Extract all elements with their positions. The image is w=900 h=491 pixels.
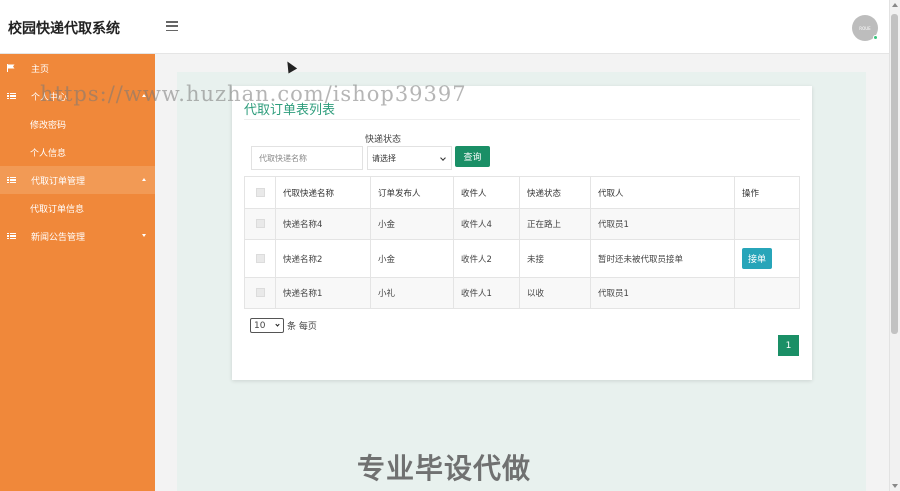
sidebar-item-home[interactable]: 主页 [0,54,155,82]
query-button[interactable]: 查询 [455,146,490,167]
table-cell: 收件人2 [453,239,520,278]
chevron-up-icon [142,178,146,181]
column-header[interactable]: 订单发布人 [370,176,454,209]
scroll-up-icon[interactable] [892,3,898,7]
sidebar-item-personal-info[interactable]: 个人信息 [0,138,155,166]
table-cell: 快递名称1 [275,277,371,309]
menu-toggle-icon[interactable] [166,21,178,31]
sidebar-item-label: 新闻公告管理 [31,232,86,243]
top-bar: 校园快递代取系统 ROUE [0,0,889,54]
list-icon [7,176,16,184]
select-all-checkbox[interactable] [255,187,265,197]
table-cell: 收件人4 [453,208,520,240]
table-row[interactable]: 快递名称2 小金 收件人2 未接 暂时还未被代取员接单 接单 [244,239,800,278]
table-header-row: 代取快递名称 订单发布人 收件人 快递状态 代取人 操作 [244,176,800,209]
column-header[interactable]: 快递状态 [519,176,591,209]
page-scrollbar[interactable] [889,0,900,491]
accept-order-button[interactable]: 接单 [742,248,773,269]
table-cell: 小礼 [370,277,454,309]
app-title: 校园快递代取系统 [8,21,120,37]
list-icon [7,92,16,100]
watermark-url: https://www.huzhan.com/ishop39397 [40,82,467,106]
online-status-dot [873,35,878,40]
status-select-value: 请选择 [372,153,396,163]
table-cell: 未接 [519,239,591,278]
chevron-down-icon [142,234,146,237]
table-cell: 快递名称2 [275,239,371,278]
select-all-cell [244,176,276,209]
flag-icon [7,64,15,72]
sidebar: 主页 个人中心 修改密码 个人信息 代取订单管理 代取订单信息 新闻公告管理 [0,54,155,491]
table-cell [734,277,800,309]
table-cell: 小金 [370,208,454,240]
status-select[interactable]: 请选择 [367,146,452,170]
table-cell: 快递名称4 [275,208,371,240]
page-size-value: 10 [254,320,266,331]
page-size-suffix: 条 每页 [287,322,317,332]
column-header[interactable]: 代取快递名称 [275,176,371,209]
sidebar-item-order-management[interactable]: 代取订单管理 [0,166,155,194]
table-cell: 以收 [519,277,591,309]
sidebar-item-order-info[interactable]: 代取订单信息 [0,194,155,222]
table-row[interactable]: 快递名称1 小礼 收件人1 以收 代取员1 [244,277,800,309]
sidebar-item-news-management[interactable]: 新闻公告管理 [0,222,155,250]
table-cell: 正在路上 [519,208,591,240]
table-cell: 代取员1 [590,277,735,309]
sidebar-item-label: 主页 [31,64,50,75]
action-cell: 接单 [734,239,800,278]
table-cell: 暂时还未被代取员接单 [590,239,735,278]
title-divider [244,119,800,120]
page-size-control: 10 条 每页 [250,318,317,333]
order-list-card: 代取订单表列表 快递状态 请选择 查询 代取快递名称 订单发布人 收件人 快递状… [232,86,812,380]
chevron-down-icon [440,155,446,161]
sidebar-item-change-password[interactable]: 修改密码 [0,110,155,138]
sidebar-item-label: 代取订单管理 [31,176,86,187]
table-row[interactable]: 快递名称4 小金 收件人4 正在路上 代取员1 [244,208,800,240]
pagination-page-button[interactable]: 1 [778,335,799,356]
table-cell: 小金 [370,239,454,278]
row-checkbox-cell [244,239,276,278]
table-cell [734,208,800,240]
status-filter-label: 快递状态 [365,135,402,145]
scroll-down-icon[interactable] [892,484,898,488]
table-cell: 收件人1 [453,277,520,309]
page-size-select[interactable]: 10 [250,318,284,333]
chevron-down-icon [275,322,280,327]
list-icon [7,232,16,240]
row-checkbox[interactable] [255,288,265,297]
column-header[interactable]: 收件人 [453,176,520,209]
express-name-input[interactable] [251,146,363,170]
table-cell: 代取员1 [590,208,735,240]
column-header: 操作 [734,176,800,209]
watermark-caption: 专业毕设代做 [357,452,532,485]
scrollbar-thumb[interactable] [891,14,898,334]
row-checkbox-cell [244,277,276,309]
row-checkbox-cell [244,208,276,240]
row-checkbox[interactable] [255,219,265,228]
orders-table: 代取快递名称 订单发布人 收件人 快递状态 代取人 操作 快递名称4 小金 收件… [244,176,800,309]
column-header[interactable]: 代取人 [590,176,735,209]
row-checkbox[interactable] [255,253,265,263]
